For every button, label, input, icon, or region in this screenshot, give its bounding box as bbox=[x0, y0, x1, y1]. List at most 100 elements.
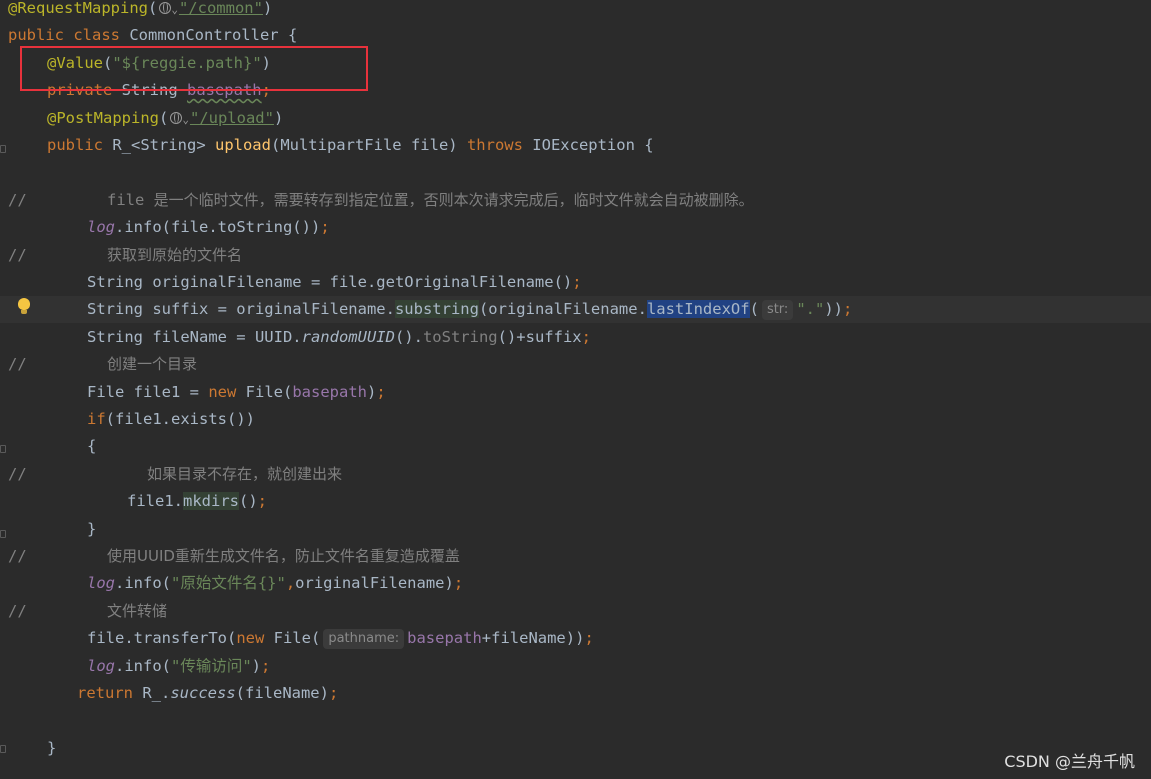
code-line[interactable]: return R_.success(fileName); bbox=[0, 680, 1151, 707]
code-token: if bbox=[87, 410, 106, 428]
code-line[interactable]: public R_<String> upload(MultipartFile f… bbox=[0, 132, 1151, 159]
code-token: ) bbox=[251, 656, 262, 675]
code-token: File( bbox=[245, 382, 293, 401]
code-token: 使用UUID重新生成文件名，防止文件名重复造成覆盖 bbox=[107, 547, 460, 565]
code-line[interactable]: String fileName = UUID.randomUUID().toSt… bbox=[0, 324, 1151, 351]
code-token: 如果目录不存在，就创建出来 bbox=[147, 464, 343, 483]
code-line[interactable]: file.transferTo(new File(pathname: basepa… bbox=[0, 625, 1151, 652]
fold-marker-icon[interactable] bbox=[0, 145, 6, 153]
code-token: @PostMapping bbox=[47, 108, 159, 127]
code-token: upload bbox=[214, 136, 271, 154]
globe-icon bbox=[170, 111, 183, 124]
code-token: ; bbox=[376, 382, 386, 401]
globe-icon bbox=[159, 2, 172, 14]
code-text: File file1 = new File(basepath); bbox=[87, 379, 386, 406]
parameter-hint: str: bbox=[761, 300, 794, 321]
code-token: ; bbox=[261, 656, 271, 675]
code-line[interactable]: // 文件转储 bbox=[0, 598, 1151, 625]
code-line[interactable]: // 创建一个目录 bbox=[0, 351, 1151, 378]
code-token: ; bbox=[328, 684, 339, 702]
code-editor[interactable]: } return R_.success(fileName); log.info("传… bbox=[0, 0, 1151, 779]
code-token: basepath bbox=[407, 629, 482, 648]
code-text: String fileName = UUID.randomUUID().toSt… bbox=[87, 324, 591, 351]
lightbulb-icon[interactable] bbox=[17, 298, 31, 316]
code-text: @RequestMapping(⌄"/common") bbox=[8, 0, 272, 23]
code-token: CommonController { bbox=[129, 26, 298, 45]
code-line[interactable] bbox=[0, 159, 1151, 186]
code-text: 获取到原始的文件名 bbox=[107, 242, 242, 269]
code-token: ⌄ bbox=[171, 3, 178, 16]
code-token: IOException { bbox=[532, 136, 654, 154]
code-line[interactable]: // 获取到原始的文件名 bbox=[0, 242, 1151, 269]
code-text: file.transferTo(new File(pathname: basepa… bbox=[87, 625, 594, 652]
code-line[interactable]: @RequestMapping(⌄"/common") bbox=[0, 0, 1151, 22]
code-text: String suffix = originalFilename.substri… bbox=[87, 296, 852, 323]
code-token: )) bbox=[824, 300, 843, 319]
code-text: file1.mkdirs(); bbox=[127, 488, 267, 515]
code-token: String fileName = UUID. bbox=[87, 327, 302, 346]
code-token: 文件转储 bbox=[107, 601, 168, 620]
code-token: ()+suffix bbox=[497, 327, 582, 346]
code-line[interactable] bbox=[0, 707, 1151, 734]
code-token: ; bbox=[453, 574, 464, 593]
comment-marker: // bbox=[8, 190, 27, 209]
code-token: String suffix = originalFilename. bbox=[87, 300, 395, 319]
code-token: lastIndexOf bbox=[646, 300, 750, 319]
code-token: ; bbox=[320, 218, 330, 237]
code-token: File file1 = bbox=[87, 382, 209, 401]
code-token: @RequestMapping bbox=[8, 0, 148, 17]
code-token: ( bbox=[749, 300, 759, 319]
code-token: mkdirs bbox=[183, 492, 239, 511]
code-token: toString bbox=[422, 327, 498, 346]
code-token: } bbox=[47, 738, 57, 757]
code-line[interactable]: // 使用UUID重新生成文件名，防止文件名重复造成覆盖 bbox=[0, 543, 1151, 570]
code-line[interactable]: } bbox=[0, 516, 1151, 543]
code-token: (). bbox=[394, 327, 423, 346]
code-line[interactable]: file1.mkdirs(); bbox=[0, 488, 1151, 515]
code-token: log bbox=[87, 574, 115, 593]
code-line[interactable]: @PostMapping(⌄"/upload") bbox=[0, 105, 1151, 132]
parameter-hint: pathname: bbox=[323, 629, 405, 650]
code-token: .info( bbox=[115, 656, 171, 675]
code-token: File( bbox=[273, 629, 321, 648]
fold-marker-icon[interactable] bbox=[0, 445, 6, 453]
code-line[interactable]: log.info(file.toString()); bbox=[0, 214, 1151, 241]
code-line[interactable]: log.info("传输访问"); bbox=[0, 653, 1151, 680]
code-token: substring bbox=[394, 300, 479, 319]
code-token: "/common" bbox=[178, 0, 263, 17]
code-token: "/upload" bbox=[189, 108, 274, 127]
code-token: file1. bbox=[127, 492, 183, 511]
code-line[interactable]: } bbox=[0, 735, 1151, 762]
code-token: new bbox=[208, 382, 246, 401]
fold-marker-icon[interactable] bbox=[0, 530, 6, 538]
code-line[interactable]: String originalFilename = file.getOrigin… bbox=[0, 269, 1151, 296]
code-line[interactable]: String suffix = originalFilename.substri… bbox=[0, 296, 1151, 324]
code-token: , bbox=[285, 574, 296, 593]
code-token: ) bbox=[262, 0, 273, 17]
code-text: public R_<String> upload(MultipartFile f… bbox=[47, 132, 654, 159]
code-token: .info(file.toString()) bbox=[115, 218, 321, 237]
code-line[interactable]: // 如果目录不存在，就创建出来 bbox=[0, 461, 1151, 488]
code-token: ( bbox=[158, 108, 169, 127]
code-line[interactable]: log.info("原始文件名{}",originalFilename); bbox=[0, 570, 1151, 597]
code-text: } bbox=[87, 516, 96, 543]
code-line[interactable]: // file 是一个临时文件，需要转存到指定位置，否则本次请求完成后，临时文件就… bbox=[0, 187, 1151, 214]
code-token: originalFilename) bbox=[295, 574, 454, 593]
code-token: 是一个临时文件，需要转存到指定位置，否则本次请求完成后，临时文件就会自动被删除。 bbox=[153, 190, 754, 209]
code-line[interactable]: { bbox=[0, 433, 1151, 460]
code-token: .info( bbox=[115, 574, 171, 593]
code-line[interactable]: if(file1.exists()) bbox=[0, 406, 1151, 433]
code-token: (originalFilename. bbox=[478, 300, 647, 319]
fold-marker-icon[interactable] bbox=[0, 745, 6, 753]
code-line[interactable]: File file1 = new File(basepath); bbox=[0, 379, 1151, 406]
code-token: (file1.exists()) bbox=[105, 410, 255, 428]
comment-marker: // bbox=[8, 355, 27, 374]
code-token: (MultipartFile file) bbox=[270, 136, 467, 154]
code-token: ; bbox=[584, 629, 594, 648]
code-text: file 是一个临时文件，需要转存到指定位置，否则本次请求完成后，临时文件就会自… bbox=[107, 187, 754, 214]
code-token: ; bbox=[257, 492, 268, 511]
code-token: throws bbox=[466, 136, 533, 154]
code-token: file bbox=[107, 190, 154, 209]
code-token: public class bbox=[8, 26, 130, 45]
code-token: ) bbox=[273, 108, 284, 127]
